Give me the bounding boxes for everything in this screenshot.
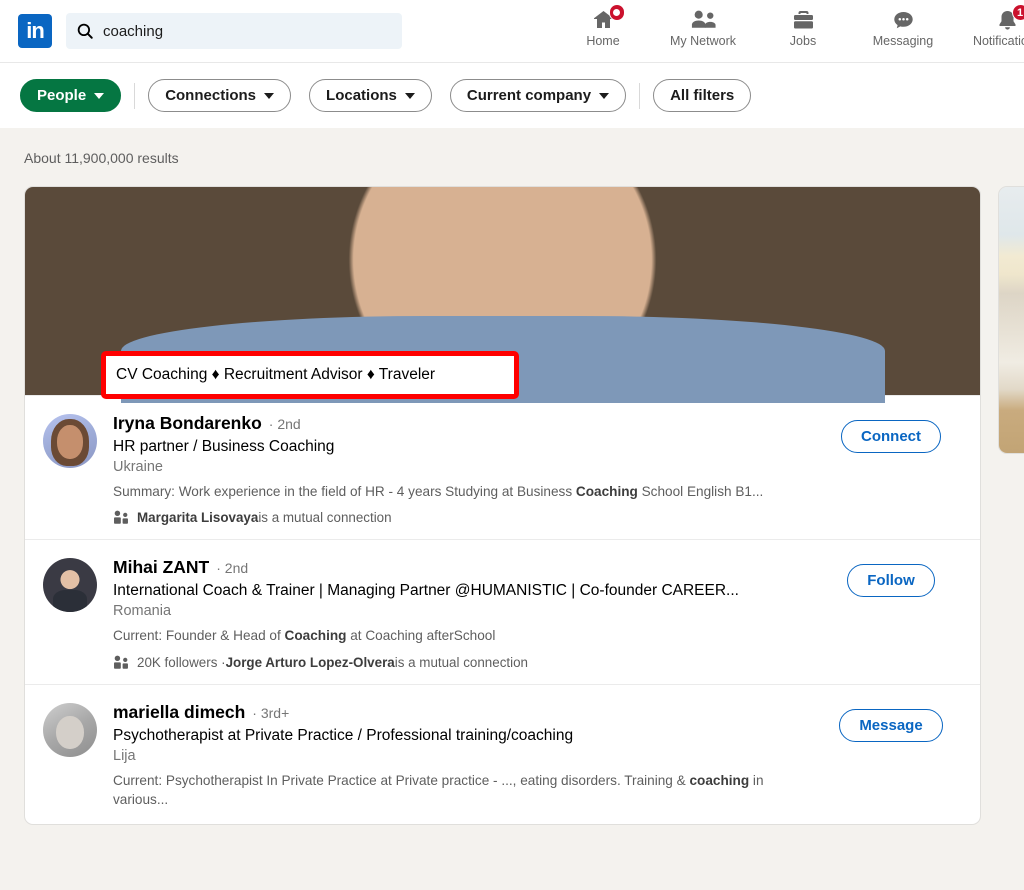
my-network-icon [690, 8, 717, 32]
nav-label-jobs: Jobs [790, 34, 816, 48]
result-degree: · 2nd [216, 560, 248, 576]
people-icon [113, 655, 130, 670]
result-name[interactable]: Iryna Bondarenko [113, 413, 262, 434]
result-summary-keyword: coaching [689, 773, 749, 788]
nav-item-messaging[interactable]: Messaging [851, 0, 955, 48]
result-mutual-connections[interactable]: Margarita Lisovaya is a mutual connectio… [113, 510, 816, 525]
search-result-item[interactable]: mariella dimech · 3rd+ Psychotherapist a… [25, 685, 980, 824]
search-results-page: About 11,900,000 results Lillian Grima ·… [0, 128, 1024, 890]
result-summary-prefix: Summary: Work experience in the field of… [113, 484, 576, 499]
chevron-down-icon [94, 93, 104, 99]
results-count-text: About 11,900,000 results [0, 128, 1024, 166]
people-icon [113, 510, 130, 525]
jobs-briefcase-icon [791, 8, 816, 32]
search-result-item[interactable]: Iryna Bondarenko · 2nd HR partner / Busi… [25, 396, 980, 541]
mutual-connection-name: Jorge Arturo Lopez-Olvera [226, 655, 395, 670]
filter-connections-label: Connections [165, 87, 256, 104]
result-degree: · 2nd [269, 416, 301, 432]
avatar[interactable] [43, 703, 97, 757]
follower-count-text: 20K followers · [137, 655, 226, 670]
promo-image [999, 187, 1024, 453]
result-summary-prefix: Current: Founder & Head of [113, 628, 285, 643]
message-button[interactable]: Message [839, 709, 942, 742]
filter-locations-label: Locations [326, 87, 397, 104]
primary-nav: Home My Network Jobs [555, 0, 1024, 62]
result-name[interactable]: Mihai ZANT [113, 557, 209, 578]
filter-all-filters-button[interactable]: All filters [653, 79, 751, 112]
nav-item-home[interactable]: Home [555, 0, 651, 48]
home-badge [609, 4, 625, 21]
search-result-item[interactable]: Mihai ZANT · 2nd International Coach & T… [25, 540, 980, 685]
result-summary: Current: Founder & Head of Coaching at C… [113, 627, 813, 646]
global-nav-bar: in coaching Home [0, 0, 1024, 62]
linkedin-logo[interactable]: in [18, 14, 52, 48]
chevron-down-icon [599, 93, 609, 99]
result-summary: Current: Psychotherapist In Private Prac… [113, 772, 813, 810]
mutual-connection-name: Margarita Lisovaya [137, 510, 258, 525]
mutual-connection-avatar [113, 321, 133, 341]
nav-label-my-network: My Network [670, 34, 736, 48]
result-summary-prefix: Current: Psychotherapist In Private Prac… [113, 773, 689, 788]
nav-item-notifications[interactable]: 1 Notifications [955, 0, 1024, 48]
search-input[interactable]: coaching [66, 13, 402, 49]
filter-people-pill[interactable]: People [20, 79, 121, 112]
right-rail-promo-card[interactable] [998, 186, 1024, 454]
nav-label-notifications: Notifications [973, 34, 1024, 48]
nav-item-jobs[interactable]: Jobs [755, 0, 851, 48]
result-headline: HR partner / Business Coaching [113, 438, 816, 456]
result-name[interactable]: mariella dimech [113, 702, 245, 723]
search-filter-bar: People Connections Locations Current com… [0, 62, 1024, 128]
result-summary-keyword: Coaching [576, 484, 638, 499]
filter-current-company-label: Current company [467, 87, 591, 104]
filter-connections-pill[interactable]: Connections [148, 79, 291, 112]
result-summary-keyword: Coaching [285, 628, 347, 643]
result-summary-suffix: at Coaching afterSchool [346, 628, 495, 643]
linkedin-logo-text: in [26, 20, 44, 42]
mutual-connection-text: is a mutual connection [395, 655, 528, 670]
annotation-highlight-text: CV Coaching ♦ Recruitment Advisor ♦ Trav… [116, 366, 435, 384]
connect-button[interactable]: Connect [841, 420, 941, 453]
result-location: Lija [113, 748, 816, 764]
filter-current-company-pill[interactable]: Current company [450, 79, 626, 112]
result-mutual-connections[interactable]: 1 mutual connection [113, 321, 816, 341]
result-location: Romania [113, 603, 816, 619]
filter-all-filters-label: All filters [670, 87, 734, 104]
nav-item-my-network[interactable]: My Network [651, 0, 755, 48]
chevron-down-icon [264, 93, 274, 99]
nav-label-home: Home [586, 34, 619, 48]
search-results-list: Lillian Grima · 2nd CV Coaching ♦ Recrui… [24, 186, 981, 825]
follow-button[interactable]: Follow [847, 564, 935, 597]
filter-divider-2 [639, 83, 640, 109]
result-summary-suffix: School English B1... [638, 484, 763, 499]
nav-label-messaging: Messaging [873, 34, 933, 48]
result-location: Ukraine [113, 459, 816, 475]
search-query-text: coaching [103, 23, 163, 40]
chevron-down-icon [405, 93, 415, 99]
result-summary: Summary: Work experience in the field of… [113, 483, 813, 502]
filter-locations-pill[interactable]: Locations [309, 79, 432, 112]
result-degree: · 3rd+ [252, 705, 289, 721]
result-mutual-connections[interactable]: 20K followers · Jorge Arturo Lopez-Olver… [113, 655, 816, 670]
filter-people-label: People [37, 87, 86, 104]
annotation-highlight-box: CV Coaching ♦ Recruitment Advisor ♦ Trav… [101, 351, 519, 399]
mutual-connection-text: is a mutual connection [258, 510, 391, 525]
result-headline: Psychotherapist at Private Practice / Pr… [113, 727, 816, 745]
avatar[interactable] [43, 414, 97, 468]
messaging-icon [891, 8, 916, 32]
avatar[interactable] [43, 558, 97, 612]
result-headline: International Coach & Trainer | Managing… [113, 582, 816, 600]
filter-divider [134, 83, 135, 109]
search-icon [76, 22, 94, 40]
